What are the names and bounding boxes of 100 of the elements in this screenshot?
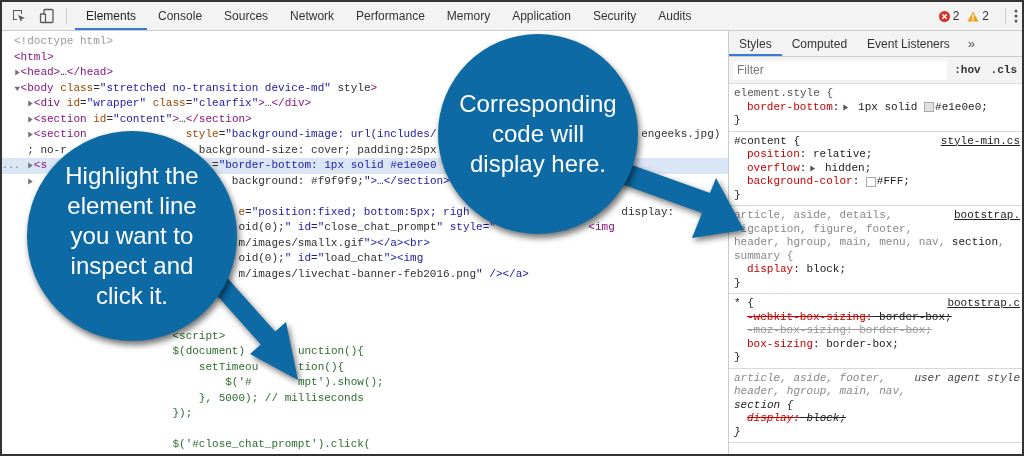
code-text: e="position:fixed; bottom:5px; righ — [238, 204, 470, 220]
css-property: display: — [747, 263, 800, 277]
css-property: box-sizing: — [747, 337, 820, 351]
css-value: 1px solid — [857, 100, 919, 114]
css-property: position: — [747, 148, 807, 162]
code-text: m/images/smallx.gif"></a><br> — [238, 235, 430, 251]
panel-tab[interactable]: Application — [501, 2, 582, 30]
css-selector: header, hgroup, main, menu, nav, — [734, 236, 947, 250]
sidebar-tab[interactable]: Computed — [781, 31, 858, 56]
closing-brace: } — [734, 351, 742, 365]
css-property: background-color: — [747, 175, 860, 189]
css-selector: section — [951, 236, 999, 250]
warning-count: 2 — [982, 9, 989, 23]
code-text: display: — [621, 204, 675, 220]
css-selector: , — [998, 236, 1005, 250]
error-count: 2 — [952, 9, 960, 23]
color-swatch[interactable] — [865, 176, 876, 187]
css-selector: header, hgroup, main, nav, — [734, 385, 906, 399]
code-text: $('#close_chat_prompt').click( — [172, 437, 371, 452]
code-text: }); — [172, 406, 193, 421]
disclosure-triangle-icon[interactable] — [27, 100, 34, 108]
css-selector: element.style { — [734, 87, 834, 101]
menu-icon[interactable] — [1014, 9, 1018, 23]
device-icon[interactable] — [39, 8, 55, 24]
css-selector: #content { — [734, 134, 800, 148]
color-swatch[interactable] — [924, 102, 935, 113]
source-label: user agent style — [914, 371, 1020, 385]
code-text: $(document) — [172, 344, 246, 359]
code-text: <script> — [172, 328, 226, 344]
code-text: <div id="wrapper" class="clearfix">…</div> — [33, 96, 312, 111]
source-link[interactable]: bootstrap. — [954, 209, 1020, 223]
code-text: oid(0);" id="close_chat_prompt" style=" — [238, 220, 496, 235]
disclosure-triangle-icon[interactable] — [14, 84, 21, 92]
code-text: style="background-image: url(includes/ — [185, 127, 437, 142]
panel-tab[interactable]: Performance — [345, 2, 436, 30]
code-text: background: #f9f9f9;">…</section> — [231, 173, 450, 189]
css-value: #FFF; — [876, 175, 910, 189]
gutter-mark: ... — [2, 159, 20, 173]
panel-tab[interactable]: Network — [279, 2, 346, 30]
more-tabs-button[interactable]: » — [959, 31, 983, 56]
disclosure-triangle-icon[interactable] — [27, 115, 34, 123]
panel-tab[interactable]: Audits — [647, 2, 703, 30]
code-text: m/images/livechat-banner-feb2016.png" /></a> — [238, 266, 529, 282]
sidebar-tab[interactable]: Event Listeners — [857, 31, 960, 56]
disclosure-triangle-icon[interactable] — [27, 162, 34, 170]
css-value: border-box; — [878, 310, 952, 324]
code-text: <!doctype html> — [14, 34, 114, 49]
css-value: border-box; — [825, 337, 899, 351]
css-property: -webkit-box-sizing: — [747, 310, 873, 324]
closing-brace: } — [734, 188, 742, 202]
css-property: border-bottom: — [747, 100, 840, 114]
inspect-icon[interactable] — [11, 8, 27, 24]
code-text: <html> — [14, 49, 54, 65]
toggle-button[interactable]: .cls — [987, 64, 1020, 76]
css-value: block; — [805, 263, 847, 277]
css-value: #e1e0e0; — [935, 100, 988, 114]
disclosure-triangle-icon[interactable] — [27, 131, 34, 139]
closing-brace: } — [734, 114, 742, 128]
panel-tab[interactable]: Elements — [75, 2, 148, 30]
panel-tab[interactable]: Sources — [213, 2, 280, 30]
css-selector: summary { — [734, 249, 794, 263]
disclosure-triangle-icon[interactable] — [14, 69, 21, 77]
code-text: <section id="content">…</section> — [33, 111, 252, 127]
css-property: overflow: — [747, 161, 807, 175]
panel-tab[interactable]: Memory — [435, 2, 502, 30]
code-text: <body class="stretched no-transition device-md" style> — [20, 80, 378, 96]
source-link[interactable]: bootstrap.c — [947, 297, 1020, 311]
closing-brace: } — [734, 276, 742, 290]
css-value: block; — [805, 412, 847, 426]
code-text: setTimeou — [198, 359, 259, 375]
css-value: hidden; — [824, 161, 872, 175]
panel-tab[interactable]: Console — [147, 2, 214, 30]
code-text: }, 5000); // milliseconds — [198, 390, 364, 406]
code-text: <img — [588, 220, 615, 235]
code-text: engeeks.jpg) — [641, 127, 721, 142]
code-text: oid(0);" id="load_chat"><img — [238, 251, 424, 266]
error-icon[interactable] — [938, 10, 950, 22]
code-text: ="border-bottom: 1px solid #e1e0e0 — [212, 158, 437, 173]
code-text: unction(){ — [297, 344, 364, 359]
disclosure-triangle-icon[interactable] — [27, 177, 34, 185]
css-selector: article, aside, details, — [734, 209, 893, 223]
code-text: <head>…</head> — [20, 65, 114, 80]
toggle-button[interactable]: :hov — [951, 64, 984, 76]
filter-field[interactable]: Filter — [733, 60, 948, 80]
code-text: $('# — [225, 375, 252, 390]
css-selector: section { — [734, 398, 794, 412]
panel-tab[interactable]: Security — [581, 2, 648, 30]
closing-brace: } — [734, 425, 742, 439]
source-link[interactable]: style-min.cs — [940, 134, 1020, 148]
expand-triangle-icon[interactable] — [809, 164, 817, 172]
code-text: tion(){ — [297, 359, 345, 375]
css-value: relative; — [812, 148, 873, 162]
css-property: display: — [747, 412, 800, 426]
css-selector: * { — [734, 297, 754, 311]
expand-triangle-icon[interactable] — [842, 103, 850, 111]
code-text: <section — [33, 127, 87, 142]
code-text: <s — [33, 158, 47, 173]
code-text: ; no-r — [27, 142, 67, 158]
css-property: -moz-box-sizing: — [747, 324, 853, 338]
code-text: background-size: cover; padding:25px — [198, 142, 437, 158]
